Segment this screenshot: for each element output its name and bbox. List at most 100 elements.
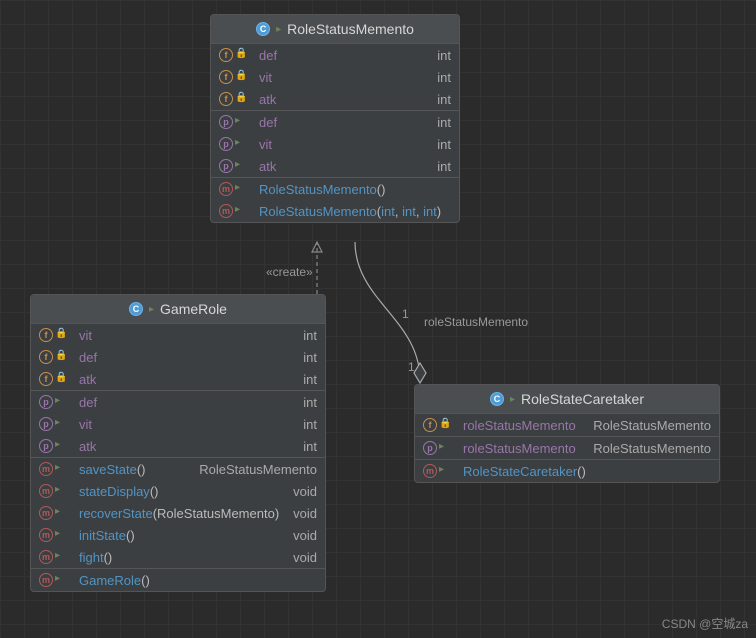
association-name-label: roleStatusMemento xyxy=(424,315,528,329)
public-icon: ▸ xyxy=(149,304,154,315)
method-row[interactable]: m▸RoleStatusMemento() xyxy=(211,178,459,200)
method-icon: m xyxy=(39,550,53,564)
watermark-text: CSDN @空城za xyxy=(662,615,748,632)
method-icon: m xyxy=(39,506,53,520)
class-icon: C xyxy=(129,302,143,316)
public-icon: ▸ xyxy=(276,24,281,35)
lock-icon: 🔒 xyxy=(439,418,451,432)
field-row[interactable]: f🔒vitint xyxy=(211,66,459,88)
class-header: C ▸ RoleStateCaretaker xyxy=(415,385,719,414)
field-icon: f xyxy=(219,70,233,84)
public-icon: ▸ xyxy=(235,159,240,173)
public-icon: ▸ xyxy=(55,528,60,542)
property-icon: p xyxy=(423,441,437,455)
lock-icon: 🔒 xyxy=(235,48,247,62)
method-row[interactable]: m▸RoleStatusMemento(int, int, int) xyxy=(211,200,459,222)
method-icon: m xyxy=(39,484,53,498)
class-header: C ▸ GameRole xyxy=(31,295,325,324)
public-icon: ▸ xyxy=(235,137,240,151)
property-row[interactable]: p▸defint xyxy=(31,391,325,413)
property-icon: p xyxy=(219,115,233,129)
field-icon: f xyxy=(39,350,53,364)
public-icon: ▸ xyxy=(510,394,515,405)
field-icon: f xyxy=(219,92,233,106)
field-icon: f xyxy=(219,48,233,62)
property-row[interactable]: p▸vitint xyxy=(211,133,459,155)
fields-section: f🔒vitint f🔒defint f🔒atkint xyxy=(31,324,325,391)
lock-icon: 🔒 xyxy=(55,372,67,386)
public-icon: ▸ xyxy=(55,395,60,409)
lock-icon: 🔒 xyxy=(235,70,247,84)
class-icon: C xyxy=(490,392,504,406)
method-row[interactable]: m▸initState()void xyxy=(31,524,325,546)
class-icon: C xyxy=(256,22,270,36)
properties-section: p▸roleStatusMementoRoleStatusMemento xyxy=(415,437,719,460)
method-icon: m xyxy=(39,462,53,476)
public-icon: ▸ xyxy=(439,464,444,478)
field-icon: f xyxy=(39,328,53,342)
properties-section: p▸defint p▸vitint p▸atkint xyxy=(211,111,459,178)
multiplicity-bottom: 1 xyxy=(408,360,415,374)
class-box-caretaker[interactable]: C ▸ RoleStateCaretaker f🔒roleStatusMemen… xyxy=(414,384,720,483)
methods-section: m▸RoleStatusMemento() m▸RoleStatusMement… xyxy=(211,178,459,222)
methods-section: m▸RoleStateCaretaker() xyxy=(415,460,719,482)
public-icon: ▸ xyxy=(235,204,240,218)
method-row[interactable]: m▸fight()void xyxy=(31,546,325,568)
property-icon: p xyxy=(39,395,53,409)
property-row[interactable]: p▸defint xyxy=(211,111,459,133)
fields-section: f🔒defint f🔒vitint f🔒atkint xyxy=(211,44,459,111)
public-icon: ▸ xyxy=(55,506,60,520)
fields-section: f🔒roleStatusMementoRoleStatusMemento xyxy=(415,414,719,437)
properties-section: p▸defint p▸vitint p▸atkint xyxy=(31,391,325,458)
class-title: RoleStateCaretaker xyxy=(521,391,644,407)
method-row[interactable]: m▸RoleStateCaretaker() xyxy=(415,460,719,482)
method-icon: m xyxy=(423,464,437,478)
create-stereotype-label: «create» xyxy=(266,265,313,279)
public-icon: ▸ xyxy=(55,573,60,587)
field-icon: f xyxy=(423,418,437,432)
public-icon: ▸ xyxy=(439,441,444,455)
field-icon: f xyxy=(39,372,53,386)
public-icon: ▸ xyxy=(55,484,60,498)
field-row[interactable]: f🔒atkint xyxy=(211,88,459,110)
property-row[interactable]: p▸roleStatusMementoRoleStatusMemento xyxy=(415,437,719,459)
public-icon: ▸ xyxy=(55,462,60,476)
field-row[interactable]: f🔒defint xyxy=(211,44,459,66)
field-row[interactable]: f🔒vitint xyxy=(31,324,325,346)
public-icon: ▸ xyxy=(55,417,60,431)
methods-section: m▸saveState()RoleStatusMemento m▸stateDi… xyxy=(31,458,325,569)
field-row[interactable]: f🔒atkint xyxy=(31,368,325,390)
lock-icon: 🔒 xyxy=(55,350,67,364)
lock-icon: 🔒 xyxy=(55,328,67,342)
property-icon: p xyxy=(39,417,53,431)
method-row[interactable]: m▸saveState()RoleStatusMemento xyxy=(31,458,325,480)
method-icon: m xyxy=(219,204,233,218)
method-icon: m xyxy=(39,573,53,587)
public-icon: ▸ xyxy=(235,182,240,196)
ctors-section: m▸GameRole() xyxy=(31,569,325,591)
public-icon: ▸ xyxy=(235,115,240,129)
field-row[interactable]: f🔒defint xyxy=(31,346,325,368)
property-icon: p xyxy=(39,439,53,453)
public-icon: ▸ xyxy=(55,439,60,453)
class-box-memento[interactable]: C ▸ RoleStatusMemento f🔒defint f🔒vitint … xyxy=(210,14,460,223)
public-icon: ▸ xyxy=(55,550,60,564)
method-icon: m xyxy=(39,528,53,542)
class-box-gamerole[interactable]: C ▸ GameRole f🔒vitint f🔒defint f🔒atkint … xyxy=(30,294,326,592)
method-row[interactable]: m▸stateDisplay()void xyxy=(31,480,325,502)
property-row[interactable]: p▸atkint xyxy=(211,155,459,177)
method-row[interactable]: m▸GameRole() xyxy=(31,569,325,591)
property-icon: p xyxy=(219,159,233,173)
method-row[interactable]: m▸recoverState(RoleStatusMemento)void xyxy=(31,502,325,524)
field-row[interactable]: f🔒roleStatusMementoRoleStatusMemento xyxy=(415,414,719,436)
method-params: (int, int, int) xyxy=(377,204,441,219)
lock-icon: 🔒 xyxy=(235,92,247,106)
class-title: RoleStatusMemento xyxy=(287,21,414,37)
class-header: C ▸ RoleStatusMemento xyxy=(211,15,459,44)
class-title: GameRole xyxy=(160,301,227,317)
property-row[interactable]: p▸vitint xyxy=(31,413,325,435)
property-row[interactable]: p▸atkint xyxy=(31,435,325,457)
property-icon: p xyxy=(219,137,233,151)
multiplicity-top: 1 xyxy=(402,307,409,321)
method-icon: m xyxy=(219,182,233,196)
